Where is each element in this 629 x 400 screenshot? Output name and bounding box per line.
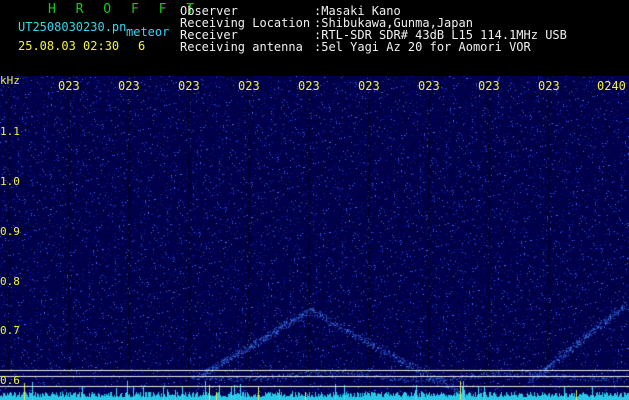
x-tick-label: 023 [58, 79, 80, 93]
x-tick-label: 023 [238, 79, 260, 93]
x-tick-label: 023 [298, 79, 320, 93]
y-tick-label: 0.8 [0, 275, 20, 288]
x-tick-label: 023 [118, 79, 140, 93]
datetime-label: 25.08.03 02:30 [18, 39, 120, 53]
x-tick-label: 023 [478, 79, 500, 93]
y-tick-label: 0.9 [0, 225, 20, 238]
x-tick-label: 023 [538, 79, 560, 93]
x-tick-label: 023 [178, 79, 200, 93]
y-tick-label: 0.6 [0, 374, 20, 387]
x-tick-label: 023 [358, 79, 380, 93]
program-name: H R O F F T [48, 2, 201, 17]
spectrogram-display [0, 76, 629, 400]
y-tick-label: 1.1 [0, 125, 20, 138]
x-tick-label: 0240 [597, 79, 626, 93]
filename-label: UT2508030230.pn [18, 20, 127, 34]
x-tick-label: 023 [418, 79, 440, 93]
y-tick-label: 0.7 [0, 324, 20, 337]
meteor-count: 6 [138, 39, 146, 53]
meteor-label: meteor [126, 25, 170, 39]
antenna-value: :5el Yagi Az 20 for Aomori VOR [314, 40, 531, 54]
info-header: H R O F F T UT2508030230.pn meteor 25.08… [0, 0, 629, 76]
antenna-label: Receiving antenna [180, 40, 303, 54]
y-unit-label: kHz [0, 74, 20, 87]
y-tick-label: 1.0 [0, 175, 20, 188]
